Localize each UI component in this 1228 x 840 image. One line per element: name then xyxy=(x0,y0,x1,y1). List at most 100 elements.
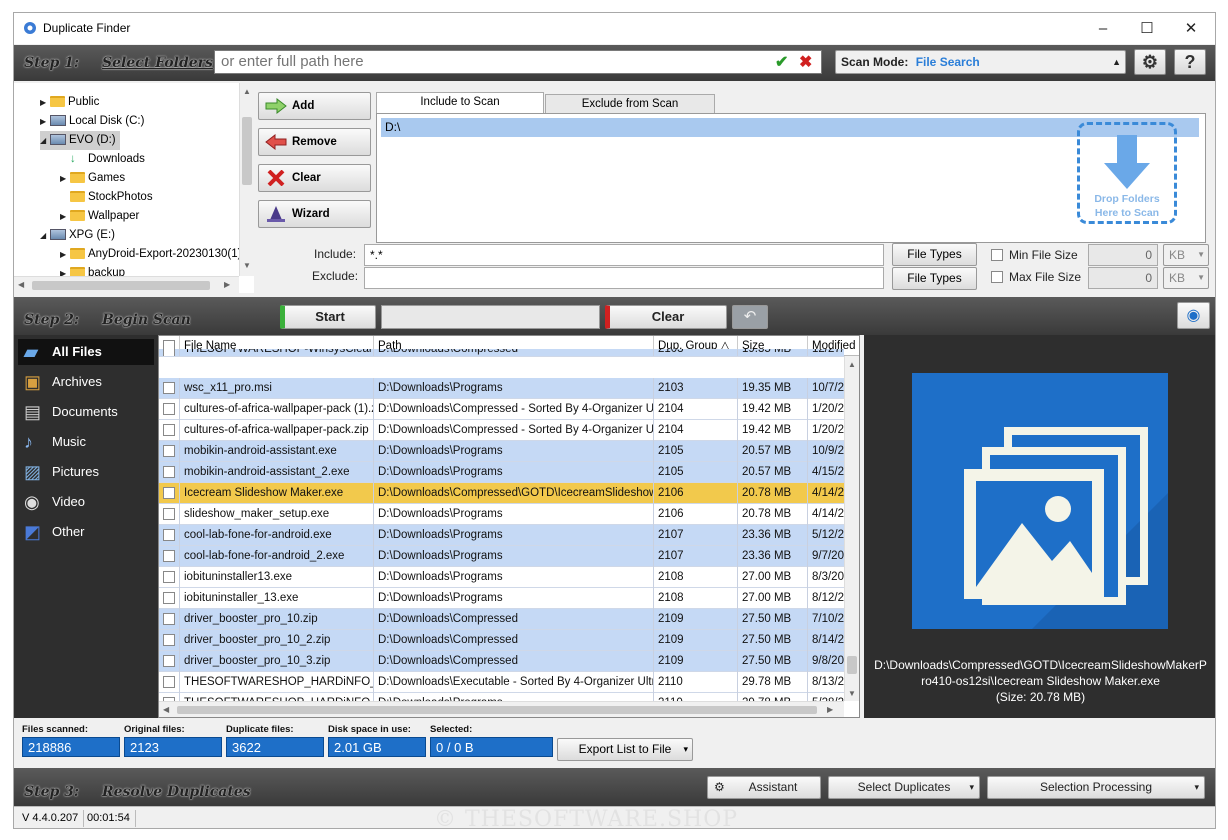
row-checkbox-cell[interactable] xyxy=(159,462,180,483)
min-size-input[interactable]: 0 xyxy=(1088,244,1158,266)
expand-arrow-icon[interactable]: ▶ xyxy=(60,245,70,264)
confirm-path-icon[interactable]: ✔ xyxy=(775,52,788,72)
row-checkbox[interactable] xyxy=(163,349,175,356)
row-checkbox[interactable] xyxy=(163,486,175,499)
tree-node[interactable]: ↓ Downloads xyxy=(60,150,145,169)
table-row[interactable]: wsc_x11_pro.msi D:\Downloads\Programs 2103… xyxy=(159,378,844,399)
include-mask-input[interactable]: *.* xyxy=(364,244,884,266)
clear-path-icon[interactable]: ✖ xyxy=(799,52,812,72)
grid-vertical-scrollbar[interactable]: ▲ ▼ xyxy=(844,356,859,701)
max-size-input[interactable]: 0 xyxy=(1088,267,1158,289)
category-other[interactable]: ◩ Other xyxy=(22,519,85,545)
table-row[interactable]: cool-lab-fone-for-android.exe D:\Download… xyxy=(159,525,844,546)
min-size-checkbox[interactable] xyxy=(991,249,1003,261)
table-row[interactable]: driver_booster_pro_10_3.zip D:\Downloads\… xyxy=(159,651,844,672)
table-row[interactable]: slideshow_maker_setup.exe D:\Downloads\Pr… xyxy=(159,504,844,525)
row-checkbox[interactable] xyxy=(163,381,175,394)
select-duplicates-button[interactable]: Select Duplicates ▾ xyxy=(828,776,980,799)
tree-node[interactable]: StockPhotos xyxy=(60,188,153,207)
row-checkbox-cell[interactable] xyxy=(159,483,180,504)
tree-node[interactable]: ▶ Local Disk (C:) xyxy=(40,112,144,131)
category-documents[interactable]: ▤ Documents xyxy=(22,399,118,425)
tree-node[interactable]: ▶ AnyDroid-Export-20230130(1) xyxy=(60,245,241,264)
row-checkbox-cell[interactable] xyxy=(159,630,180,651)
max-size-checkbox[interactable] xyxy=(991,271,1003,283)
table-row[interactable]: mobikin-android-assistant_2.exe D:\Downlo… xyxy=(159,462,844,483)
max-size-unit-select[interactable]: KB ▼ xyxy=(1163,267,1209,289)
tab-exclude-from-scan[interactable]: Exclude from Scan xyxy=(545,94,715,114)
clear-results-button[interactable]: Clear xyxy=(605,305,727,329)
close-button[interactable]: ✕ xyxy=(1169,13,1213,44)
table-row[interactable]: THESOFTWARESHOP_HARDiNFO_8_PD:\Downloads… xyxy=(159,672,844,693)
select-folders-link[interactable]: Select Folders xyxy=(102,55,213,71)
row-checkbox[interactable] xyxy=(163,591,175,604)
row-checkbox-cell[interactable] xyxy=(159,672,180,693)
table-row[interactable]: cultures-of-africa-wallpaper-pack (1).z D… xyxy=(159,399,844,420)
drop-zone[interactable]: Drop Folders Here to Scan xyxy=(1077,122,1177,224)
row-checkbox-cell[interactable] xyxy=(159,546,180,567)
row-checkbox[interactable] xyxy=(163,423,175,436)
row-checkbox[interactable] xyxy=(163,654,175,667)
table-row[interactable]: Icecream Slideshow Maker.exe D:\Downloads… xyxy=(159,483,844,504)
row-checkbox-cell[interactable] xyxy=(159,349,180,356)
add-button[interactable]: Add xyxy=(258,92,371,120)
row-checkbox-cell[interactable] xyxy=(159,567,180,588)
expand-arrow-icon[interactable]: ◢ xyxy=(40,226,50,245)
row-checkbox[interactable] xyxy=(163,465,175,478)
row-checkbox-cell[interactable] xyxy=(159,588,180,609)
selection-processing-button[interactable]: Selection Processing ▾ xyxy=(987,776,1205,799)
row-checkbox[interactable] xyxy=(163,528,175,541)
scan-mode-select[interactable]: Scan Mode: File Search ▲ xyxy=(835,50,1126,74)
table-row[interactable]: THESOFTWARESHOP-WinsysClean_X D:\Download… xyxy=(159,349,844,357)
row-checkbox-cell[interactable] xyxy=(159,399,180,420)
category-music[interactable]: ♪ Music xyxy=(22,429,86,455)
grid-horizontal-scrollbar[interactable]: ◀ ▶ xyxy=(159,701,844,717)
table-row[interactable]: mobikin-android-assistant.exe D:\Download… xyxy=(159,441,844,462)
row-checkbox[interactable] xyxy=(163,633,175,646)
remove-button[interactable]: Remove xyxy=(258,128,371,156)
expand-arrow-icon[interactable]: ▶ xyxy=(40,93,50,112)
min-size-unit-select[interactable]: KB ▼ xyxy=(1163,244,1209,266)
category-archives[interactable]: ▣ Archives xyxy=(22,369,102,395)
help-button[interactable]: ? xyxy=(1174,49,1206,75)
export-list-button[interactable]: Export List to File ▾ xyxy=(557,738,693,761)
table-row[interactable]: cool-lab-fone-for-android_2.exe D:\Downlo… xyxy=(159,546,844,567)
category-pictures[interactable]: ▨ Pictures xyxy=(22,459,99,485)
row-checkbox[interactable] xyxy=(163,675,175,688)
wizard-button[interactable]: Wizard xyxy=(258,200,371,228)
row-checkbox-cell[interactable] xyxy=(159,525,180,546)
assistant-button[interactable]: ⚙ Assistant xyxy=(707,776,821,799)
table-row[interactable]: iobituninstaller_13.exe D:\Downloads\Prog… xyxy=(159,588,844,609)
tab-include-to-scan[interactable]: Include to Scan xyxy=(376,92,544,114)
row-checkbox[interactable] xyxy=(163,444,175,457)
row-checkbox-cell[interactable] xyxy=(159,651,180,672)
undo-button[interactable]: ↶ xyxy=(732,305,768,329)
tree-vertical-scrollbar[interactable]: ▲ ▼ xyxy=(239,83,254,276)
category-all-files[interactable]: ▰ All Files xyxy=(18,339,154,365)
exclude-mask-input[interactable] xyxy=(364,267,884,289)
tree-node[interactable]: ▶ Public xyxy=(40,93,99,112)
table-row[interactable]: driver_booster_pro_10.zip D:\Downloads\Co… xyxy=(159,609,844,630)
tree-node[interactable]: ◢ EVO (D:) xyxy=(40,131,120,150)
row-checkbox-cell[interactable] xyxy=(159,441,180,462)
table-row[interactable]: cultures-of-africa-wallpaper-pack.zip D:\… xyxy=(159,420,844,441)
start-button[interactable]: Start xyxy=(280,305,376,329)
tree-node[interactable]: ◢ XPG (E:) xyxy=(40,226,115,245)
row-checkbox[interactable] xyxy=(163,570,175,583)
tree-horizontal-scrollbar[interactable]: ◀ ▶ xyxy=(14,276,239,293)
scan-folder-list[interactable]: D:\ Drop Folders Here to Scan xyxy=(376,113,1206,243)
row-checkbox-cell[interactable] xyxy=(159,378,180,399)
minimize-button[interactable]: – xyxy=(1081,13,1125,44)
expand-arrow-icon[interactable]: ▶ xyxy=(60,169,70,188)
row-checkbox[interactable] xyxy=(163,402,175,415)
settings-button[interactable]: ⚙ xyxy=(1134,49,1166,75)
row-checkbox-cell[interactable] xyxy=(159,420,180,441)
path-input[interactable] xyxy=(215,51,755,72)
tree-node[interactable]: ▶ Wallpaper xyxy=(60,207,139,226)
preview-toggle-button[interactable]: ◉ xyxy=(1177,302,1210,329)
row-checkbox[interactable] xyxy=(163,507,175,520)
row-checkbox[interactable] xyxy=(163,549,175,562)
expand-arrow-icon[interactable]: ▶ xyxy=(60,207,70,226)
expand-arrow-icon[interactable]: ◢ xyxy=(40,131,50,150)
maximize-button[interactable]: ☐ xyxy=(1125,13,1169,44)
